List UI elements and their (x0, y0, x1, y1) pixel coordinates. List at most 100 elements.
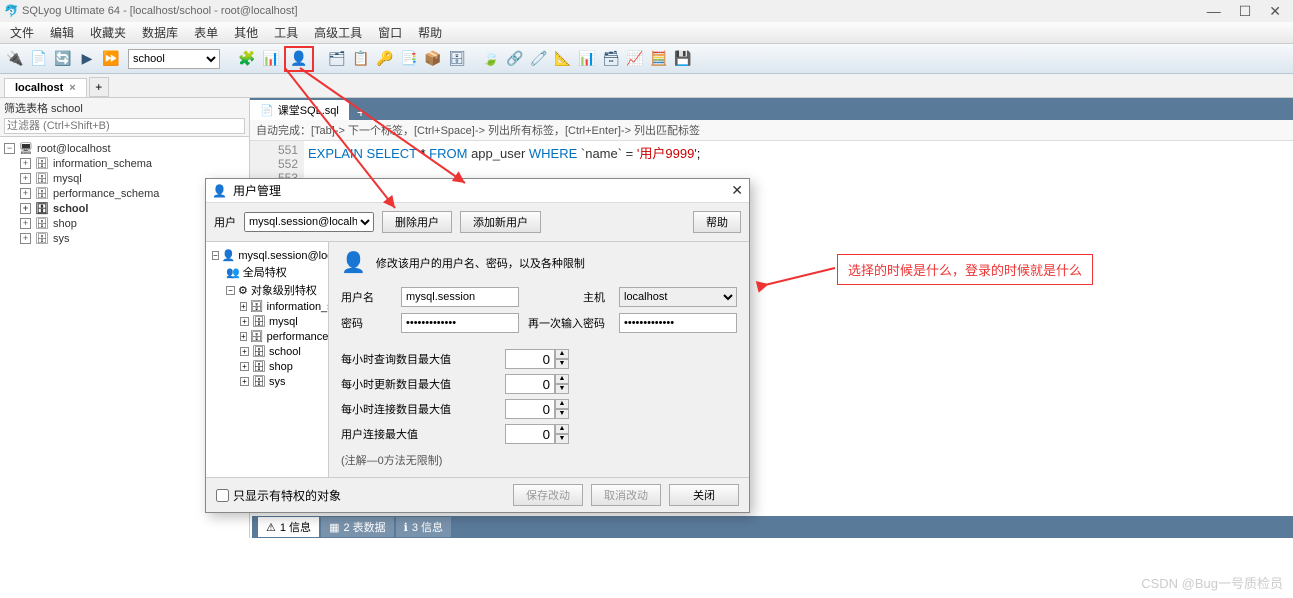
host-label: 主机 (527, 289, 611, 305)
username-input[interactable] (401, 287, 519, 307)
tool-icon-14[interactable]: 🗃 (600, 48, 622, 70)
tool-icon-17[interactable]: 💾 (672, 48, 694, 70)
tree-db-item[interactable]: +🗄shop (240, 359, 322, 374)
expand-icon[interactable]: + (20, 173, 31, 184)
filter-label: 筛选表格 school (4, 100, 245, 116)
tool-icon-3[interactable]: 🗂 (326, 48, 348, 70)
maximize-button[interactable]: ☐ (1239, 3, 1252, 20)
refresh-icon[interactable]: 🔄 (52, 48, 74, 70)
tree-user-root[interactable]: −👤mysql.session@localhost (212, 248, 322, 263)
close-tab-icon[interactable]: × (69, 82, 75, 94)
tree-root[interactable]: −🖥root@localhost (4, 141, 245, 156)
window-titlebar: 🐬 SQLyog Ultimate 64 - [localhost/school… (0, 0, 1293, 22)
menu-window[interactable]: 窗口 (370, 22, 410, 43)
result-tabstrip: ⚠1 信息 ▦2 表数据 ℹ3 信息 (252, 516, 1293, 538)
tool-icon-10[interactable]: 🔗 (504, 48, 526, 70)
spin-down-icon[interactable]: ▼ (555, 359, 569, 369)
database-selector[interactable]: school (128, 49, 220, 69)
tool-icon-7[interactable]: 📦 (422, 48, 444, 70)
add-sql-tab[interactable]: + (349, 104, 373, 120)
tree-global-priv[interactable]: 👥全局特权 (226, 263, 322, 281)
menu-database[interactable]: 数据库 (134, 22, 186, 43)
expand-icon[interactable]: + (20, 203, 31, 214)
tool-icon-13[interactable]: 📊 (576, 48, 598, 70)
tool-icon-15[interactable]: 📈 (624, 48, 646, 70)
tree-db[interactable]: +🗄information_schema (20, 156, 245, 171)
user-manager-icon[interactable]: 👤 (288, 48, 310, 70)
expand-icon[interactable]: + (20, 218, 31, 229)
limit-connections-input[interactable] (505, 399, 555, 419)
result-tab-data[interactable]: ▦2 表数据 (321, 517, 394, 537)
user-select[interactable]: mysql.session@localhost (244, 212, 374, 232)
tree-db-item[interactable]: +🗄sys (240, 374, 322, 389)
execute-all-icon[interactable]: ⏩ (100, 48, 122, 70)
expand-icon[interactable]: + (20, 158, 31, 169)
limit-user-conn-input[interactable] (505, 424, 555, 444)
tree-db-item[interactable]: +🗄information_schema (240, 299, 322, 314)
spin-down-icon[interactable]: ▼ (555, 384, 569, 394)
show-priv-checkbox[interactable] (216, 489, 229, 502)
database-icon: 🗄 (250, 330, 264, 343)
tool-icon-12[interactable]: 📐 (552, 48, 574, 70)
window-title: SQLyog Ultimate 64 - [localhost/school -… (22, 5, 1207, 17)
spin-up-icon[interactable]: ▲ (555, 424, 569, 434)
expand-icon[interactable]: + (20, 233, 31, 244)
add-connection-tab[interactable]: + (89, 77, 109, 97)
tree-db-item[interactable]: +🗄mysql (240, 314, 322, 329)
spin-up-icon[interactable]: ▲ (555, 349, 569, 359)
menu-file[interactable]: 文件 (2, 22, 42, 43)
password-confirm-input[interactable] (619, 313, 737, 333)
sql-file-icon: 📄 (260, 104, 274, 117)
delete-user-button[interactable]: 删除用户 (382, 211, 452, 233)
spin-down-icon[interactable]: ▼ (555, 434, 569, 444)
tool-icon-11[interactable]: 🧷 (528, 48, 550, 70)
connection-tab-localhost[interactable]: localhost × (4, 78, 87, 97)
tool-icon-9[interactable]: 🍃 (480, 48, 502, 70)
spin-up-icon[interactable]: ▲ (555, 399, 569, 409)
minimize-button[interactable]: — (1207, 3, 1221, 20)
database-icon: 🗄 (250, 300, 264, 313)
host-select[interactable]: localhost (619, 287, 737, 307)
new-connection-icon[interactable]: 🔌 (4, 48, 26, 70)
menu-edit[interactable]: 编辑 (42, 22, 82, 43)
dialog-close-icon[interactable]: ✕ (731, 182, 743, 199)
tree-db-item[interactable]: +🗄school (240, 344, 322, 359)
tree-object-priv[interactable]: −⚙对象级别特权 (226, 281, 322, 299)
tree-db-item[interactable]: +🗄performance_schema (240, 329, 322, 344)
close-button[interactable]: ✕ (1269, 3, 1281, 20)
add-user-button[interactable]: 添加新用户 (460, 211, 541, 233)
database-icon: 🗄 (252, 315, 266, 328)
new-query-icon[interactable]: 📄 (28, 48, 50, 70)
close-dialog-button[interactable]: 关闭 (669, 484, 739, 506)
filter-input[interactable] (4, 118, 245, 134)
tool-icon-5[interactable]: 🔑 (374, 48, 396, 70)
database-icon: 🗄 (35, 187, 49, 200)
spin-down-icon[interactable]: ▼ (555, 409, 569, 419)
tool-icon-8[interactable]: 🗄 (446, 48, 468, 70)
menu-powertools[interactable]: 高级工具 (306, 22, 370, 43)
tool-icon-16[interactable]: 🧮 (648, 48, 670, 70)
tool-icon-6[interactable]: 📑 (398, 48, 420, 70)
tool-icon-2[interactable]: 📊 (260, 48, 282, 70)
limit-queries-input[interactable] (505, 349, 555, 369)
menu-favorites[interactable]: 收藏夹 (82, 22, 134, 43)
password-label: 密码 (341, 315, 393, 331)
password-input[interactable] (401, 313, 519, 333)
result-tab-info[interactable]: ⚠1 信息 (258, 517, 319, 537)
expand-icon[interactable]: + (20, 188, 31, 199)
show-priv-checkbox-label[interactable]: 只显示有特权的对象 (216, 487, 505, 504)
limit-updates-input[interactable] (505, 374, 555, 394)
menu-other[interactable]: 其他 (226, 22, 266, 43)
save-button: 保存改动 (513, 484, 583, 506)
result-tab-info2[interactable]: ℹ3 信息 (396, 517, 451, 537)
tool-icon-4[interactable]: 📋 (350, 48, 372, 70)
menu-tools[interactable]: 工具 (266, 22, 306, 43)
menu-help[interactable]: 帮助 (410, 22, 450, 43)
menu-table[interactable]: 表单 (186, 22, 226, 43)
help-button[interactable]: 帮助 (693, 211, 741, 233)
sql-tab[interactable]: 📄课堂SQL.sql (250, 100, 349, 120)
execute-icon[interactable]: ▶ (76, 48, 98, 70)
spin-up-icon[interactable]: ▲ (555, 374, 569, 384)
collapse-icon[interactable]: − (4, 143, 15, 154)
tool-icon-1[interactable]: 🧩 (236, 48, 258, 70)
